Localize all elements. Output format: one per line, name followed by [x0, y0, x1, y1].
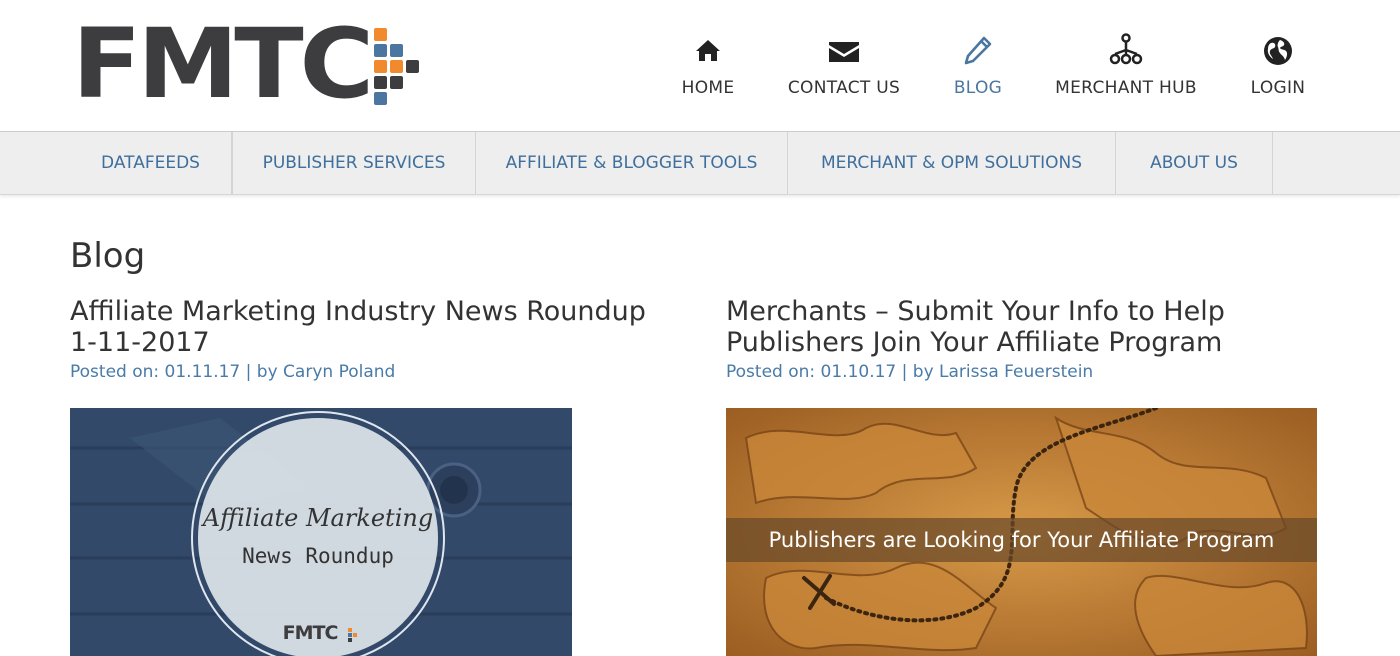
pencil-icon: [964, 36, 992, 65]
topnav-blog[interactable]: BLOG: [944, 34, 1012, 104]
by-label: by: [256, 362, 284, 382]
topnav-contact-us[interactable]: CONTACT US: [784, 34, 904, 104]
image-script-text: Affiliate Marketing: [202, 504, 434, 532]
topnav-login[interactable]: LOGIN: [1242, 34, 1314, 104]
image-badge-dots-icon: [348, 628, 358, 642]
post-author-link[interactable]: Larissa Feuerstein: [939, 362, 1093, 382]
wood-desk-background: [70, 408, 572, 656]
page-title: Blog: [70, 236, 146, 276]
image-sub-text: News Roundup: [242, 544, 394, 568]
post-meta: Posted on: 01.11.17 | by Caryn Poland: [70, 360, 680, 384]
post-featured-image[interactable]: Affiliate Marketing News Roundup FMTC: [70, 408, 572, 656]
topnav-login-label: LOGIN: [1250, 78, 1306, 98]
image-badge-text: FMTC: [282, 622, 339, 644]
blog-post: Affiliate Marketing Industry News Roundu…: [70, 296, 680, 384]
subnav-about-us[interactable]: ABOUT US: [1116, 132, 1273, 194]
secondary-navigation: DATAFEEDS PUBLISHER SERVICES AFFILIATE &…: [0, 131, 1400, 195]
subnav-merchant-opm-solutions[interactable]: MERCHANT & OPM SOLUTIONS: [788, 132, 1116, 194]
topnav-home-label: HOME: [681, 78, 735, 98]
post-author-link[interactable]: Caryn Poland: [283, 362, 395, 382]
subnav-datafeeds[interactable]: DATAFEEDS: [70, 132, 232, 194]
topnav-merchant-hub-label: MERCHANT HUB: [1055, 78, 1197, 98]
subnav-publisher-services[interactable]: PUBLISHER SERVICES: [232, 132, 476, 194]
post-title-link[interactable]: Merchants – Submit Your Info to Help Pub…: [726, 296, 1336, 358]
topnav-home[interactable]: HOME: [668, 34, 748, 104]
post-title-link[interactable]: Affiliate Marketing Industry News Roundu…: [70, 296, 680, 358]
blog-post: Merchants – Submit Your Info to Help Pub…: [726, 296, 1336, 384]
posted-on-label: Posted on:: [70, 362, 165, 382]
post-meta: Posted on: 01.10.17 | by Larissa Feuerst…: [726, 360, 1336, 384]
topnav-contact-label: CONTACT US: [787, 78, 901, 98]
globe-icon: [1264, 37, 1292, 65]
subnav-affiliate-blogger-tools[interactable]: AFFILIATE & BLOGGER TOOLS: [476, 132, 788, 194]
meta-separator: |: [896, 362, 913, 382]
by-label: by: [912, 362, 940, 382]
top-navigation: HOME CONTACT US BLOG MERCHANT HUB LOGIN: [0, 33, 1400, 104]
posted-on-label: Posted on:: [726, 362, 821, 382]
site-header: FMTC HOME CONTACT US BLOG MERCHANT HUB L…: [0, 0, 1400, 132]
post-date-link[interactable]: 01.10.17: [821, 362, 897, 382]
post-featured-image[interactable]: Publishers are Looking for Your Affiliat…: [726, 408, 1317, 656]
envelope-icon: [829, 42, 859, 62]
topnav-blog-label: BLOG: [953, 78, 1003, 98]
topnav-merchant-hub[interactable]: MERCHANT HUB: [1052, 33, 1200, 104]
meta-separator: |: [240, 362, 257, 382]
image-banner-text: Publishers are Looking for Your Affiliat…: [768, 528, 1275, 552]
network-icon: [1109, 33, 1143, 65]
home-icon: [696, 40, 720, 61]
post-date-link[interactable]: 01.11.17: [165, 362, 241, 382]
